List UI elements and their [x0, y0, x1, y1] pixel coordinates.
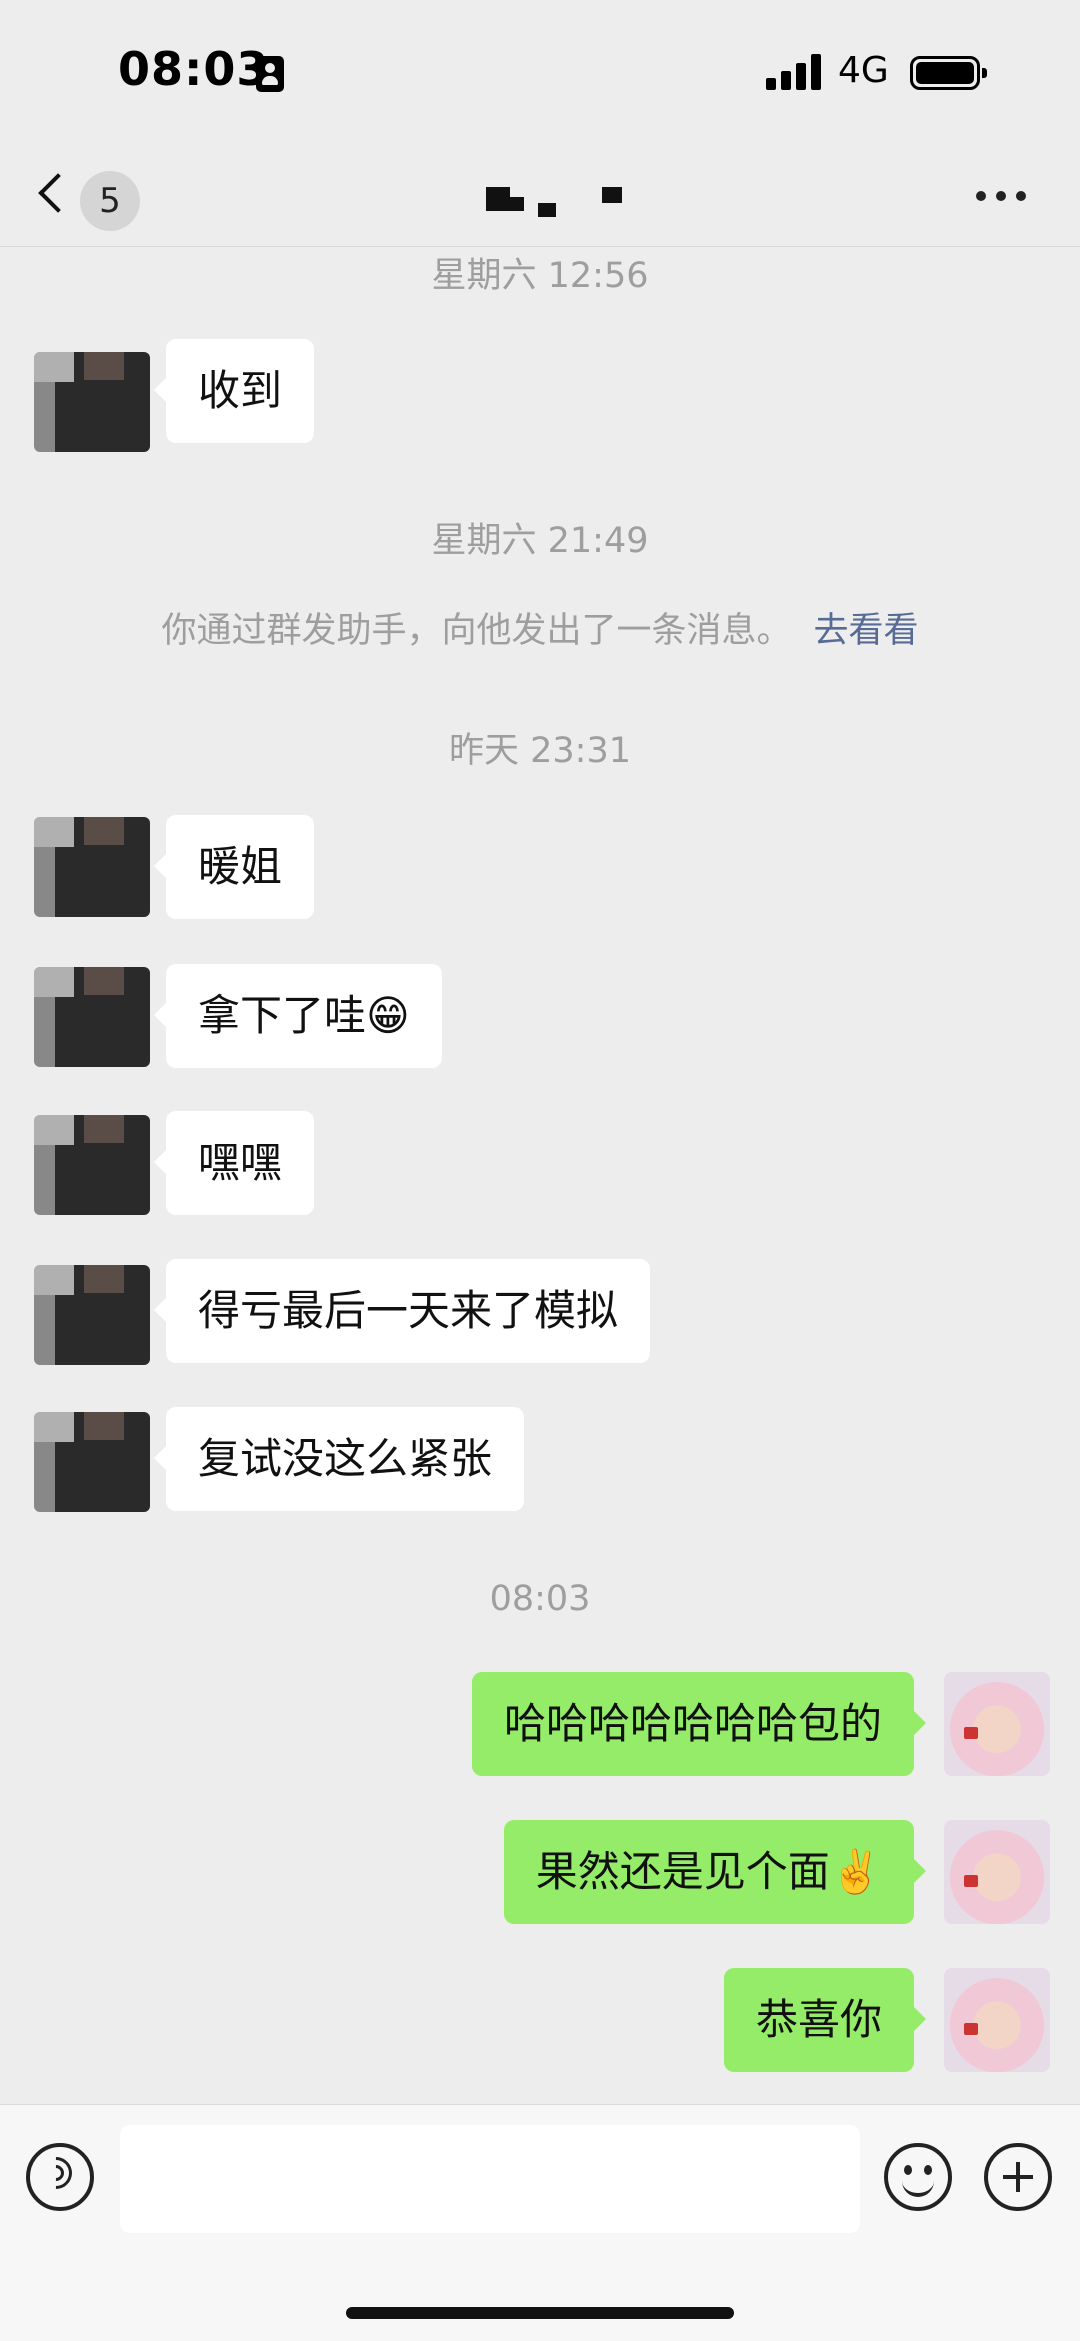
more-icon[interactable] [976, 179, 1036, 213]
view-link[interactable]: 去看看 [814, 611, 919, 651]
my-avatar[interactable] [944, 1968, 1050, 2072]
timestamp: 星期六 12:56 [431, 256, 649, 296]
incoming-message-bubble[interactable]: 复试没这么紧张 [153, 1407, 525, 1511]
incoming-message-bubble[interactable]: 嘿嘿 [153, 1111, 315, 1215]
system-notice-text: 你通过群发助手，向他发出了一条消息。 [161, 611, 792, 651]
voice-icon[interactable] [26, 2143, 94, 2211]
emoji-icon[interactable] [884, 2143, 952, 2211]
message-input[interactable] [120, 2125, 860, 2233]
incoming-message-bubble[interactable]: 收到 [153, 339, 315, 443]
unread-count-badge: 5 [80, 171, 140, 231]
incoming-message-bubble[interactable]: 拿下了哇😁 [154, 964, 442, 1068]
system-notice: 你通过群发助手，向他发出了一条消息。 去看看 [0, 602, 1080, 653]
battery-icon [910, 56, 987, 90]
id-card-icon [256, 56, 284, 92]
signal-icon [766, 54, 824, 90]
outgoing-message-bubble[interactable]: 恭喜你 [723, 1968, 927, 2072]
outgoing-message-bubble[interactable]: 果然还是见个面✌️ [503, 1820, 927, 1924]
timestamp: 星期六 21:49 [431, 521, 649, 561]
back-button[interactable]: 5 [30, 157, 150, 233]
status-time: 08:03 [118, 42, 270, 96]
plus-icon[interactable] [984, 2143, 1052, 2211]
chat-title-redacted [486, 183, 626, 223]
my-avatar[interactable] [944, 1672, 1050, 1776]
incoming-message-bubble[interactable]: 暖姐 [153, 815, 315, 919]
status-bar: 08:03 4G [0, 0, 1080, 145]
chat-message-list[interactable]: 星期六 12:56 收到 星期六 21:49 你通过群发助手，向他发出了一条消息… [0, 247, 1080, 2104]
contact-avatar[interactable] [34, 1412, 150, 1512]
back-arrow-icon [38, 173, 78, 213]
contact-avatar[interactable] [34, 1115, 150, 1215]
contact-avatar[interactable] [34, 352, 150, 452]
outgoing-message-bubble[interactable]: 哈哈哈哈哈哈哈包的 [471, 1672, 927, 1776]
contact-avatar[interactable] [34, 1265, 150, 1365]
timestamp: 昨天 23:31 [449, 731, 631, 771]
home-indicator[interactable] [346, 2307, 734, 2319]
network-type: 4G [838, 50, 889, 91]
contact-avatar[interactable] [34, 817, 150, 917]
incoming-message-bubble[interactable]: 得亏最后一天来了模拟 [153, 1259, 651, 1363]
timestamp: 08:03 [489, 1579, 591, 1619]
chat-header: 5 [0, 145, 1080, 247]
input-bar [0, 2104, 1080, 2341]
contact-avatar[interactable] [34, 967, 150, 1067]
my-avatar[interactable] [944, 1820, 1050, 1924]
